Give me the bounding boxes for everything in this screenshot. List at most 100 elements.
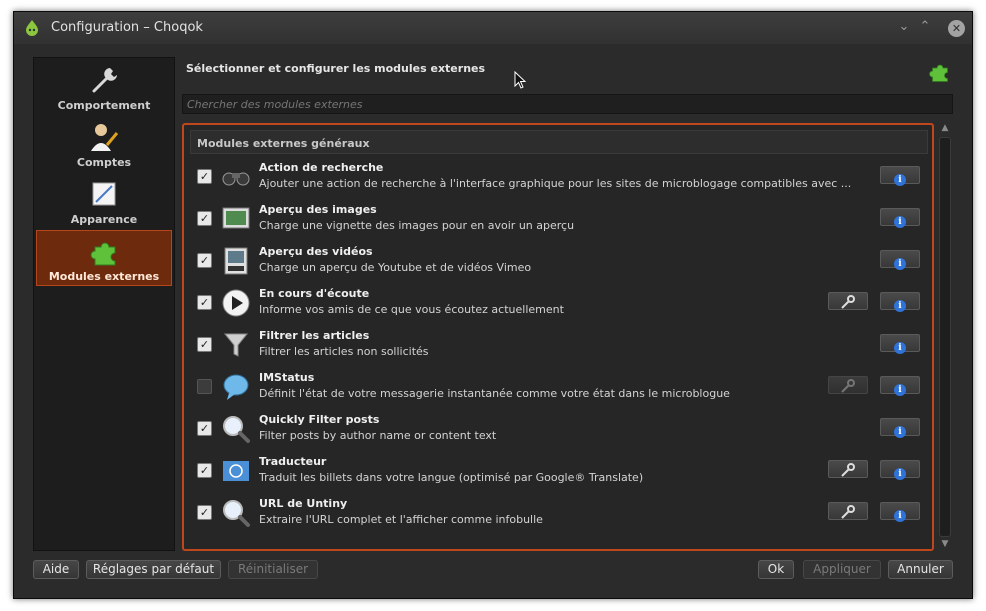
plugin-description: Charge une vignette des images pour en a… [259,219,575,232]
plugin-name: Traducteur [259,455,327,468]
plugin-configure-button[interactable] [828,460,868,478]
puzzle-icon [929,64,948,82]
info-icon: i [894,384,906,396]
sidebar-item-apparence[interactable]: Apparence [36,174,172,230]
sidebar-item-label: Comptes [76,156,132,169]
plugin-enable-checkbox[interactable]: ✓ [197,253,212,268]
maximize-icon[interactable]: ⌃ [915,17,935,37]
plugin-info-button[interactable]: i [880,502,920,522]
mouse-cursor-icon [514,71,526,89]
list-item: ✓ Aperçu des vidéos Charge un aperçu de … [194,243,924,285]
plugin-name: Action de recherche [259,161,384,174]
chat-bubble-icon [223,374,249,400]
plugin-description: Extraire l'URL complet et l'afficher com… [259,513,543,526]
defaults-button[interactable]: Réglages par défaut [86,560,221,579]
info-icon: i [894,510,906,522]
plugin-configure-button[interactable] [828,376,868,394]
plugin-enable-checkbox[interactable]: ✓ [197,421,212,436]
plugin-description: Ajouter une action de recherche à l'inte… [259,177,852,190]
magnifier-icon [223,500,250,527]
un-flag-icon [223,461,249,481]
plugin-info-button[interactable]: i [880,376,920,396]
wrench-icon [92,68,117,93]
close-icon[interactable]: ✕ [948,20,965,37]
plugin-enable-checkbox[interactable]: ✓ [197,211,212,226]
sidebar-item-label: Apparence [70,213,138,226]
sidebar-item-comportement[interactable]: Comportement [36,60,172,116]
plugin-list: Modules externes généraux ✓ Action de re… [182,123,934,551]
configuration-window: Configuration – Choqok ⌄ ⌃ ✕ Comportemen… [13,11,973,599]
plugin-name: Filtrer les articles [259,329,370,342]
funnel-icon [223,333,249,357]
plugin-description: Informe vos amis de ce que vous écoutez … [259,303,564,316]
plugin-enable-checkbox[interactable]: ✓ [197,295,212,310]
magnifier-icon [223,416,250,443]
plugin-description: Traduit les billets dans votre langue (o… [259,471,644,484]
choqok-app-icon [26,20,38,36]
list-item: ✓ IMStatus Définit l'état de votre messa… [194,369,924,411]
plugin-name: Quickly Filter posts [259,413,380,426]
cancel-button[interactable]: Annuler [888,560,953,579]
plugin-info-button[interactable]: i [880,208,920,228]
info-icon: i [894,258,906,270]
plugin-enable-checkbox[interactable]: ✓ [197,169,212,184]
plugin-info-button[interactable]: i [880,418,920,438]
minimize-icon[interactable]: ⌄ [894,17,914,37]
plugin-description: Filtrer les articles non sollicités [259,345,429,358]
ok-button[interactable]: Ok [758,560,794,579]
brush-icon [92,182,116,206]
info-icon: i [894,426,906,438]
plugin-configure-button[interactable] [828,292,868,310]
wrench-icon [841,463,855,477]
plugin-info-button[interactable]: i [880,334,920,354]
plugin-enable-checkbox[interactable]: ✓ [197,505,212,520]
title-bar[interactable]: Configuration – Choqok ⌄ ⌃ ✕ [14,12,972,44]
list-item: ✓ Quickly Filter posts Filter posts by a… [194,411,924,453]
page-title: Sélectionner et configurer les modules e… [186,62,486,75]
plugin-list-scrollbar[interactable]: ▲ ▼ [937,123,953,551]
play-icon [222,289,250,317]
plugin-info-button[interactable]: i [880,166,920,186]
scroll-track[interactable] [939,137,951,537]
image-preview-icon [222,207,250,229]
plugin-name: IMStatus [259,371,315,384]
plugin-description: Définit l'état de votre messagerie insta… [259,387,730,400]
plugin-name: Aperçu des vidéos [259,245,373,258]
plugin-enable-checkbox[interactable]: ✓ [197,337,212,352]
config-sidebar: Comportement Comptes Apparence Modules e… [33,57,175,551]
plugin-description: Charge un aperçu de Youtube et de vidéos… [259,261,532,274]
sidebar-item-modules-externes[interactable]: Modules externes [36,230,172,286]
wrench-icon [841,505,855,519]
video-icon [224,247,248,275]
list-item: ✓ Action de recherche Ajouter une action… [194,159,924,201]
plugin-group-title: Modules externes généraux [190,130,928,154]
reset-button[interactable]: Réinitialiser [228,560,318,579]
apply-button[interactable]: Appliquer [803,560,881,579]
plugin-info-button[interactable]: i [880,292,920,312]
user-pen-icon [91,124,119,151]
sidebar-item-comptes[interactable]: Comptes [36,117,172,173]
list-item: ✓ URL de Untiny Extraire l'URL complet e… [194,495,924,537]
plugin-name: URL de Untiny [259,497,348,510]
plugin-info-button[interactable]: i [880,250,920,270]
scroll-down-icon[interactable]: ▼ [939,539,951,551]
search-plugins-input[interactable] [182,94,953,114]
binoculars-icon [222,172,250,186]
plugin-enable-checkbox[interactable]: ✓ [197,463,212,478]
sidebar-item-label: Modules externes [48,270,160,283]
scroll-up-icon[interactable]: ▲ [939,123,951,135]
info-icon: i [894,342,906,354]
info-icon: i [894,468,906,480]
help-button[interactable]: Aide [33,560,79,579]
list-item: ✓ En cours d'écoute Informe vos amis de … [194,285,924,327]
list-item: ✓ Traducteur Traduit les billets dans vo… [194,453,924,495]
plugin-name: Aperçu des images [259,203,377,216]
info-icon: i [894,174,906,186]
info-icon: i [894,300,906,312]
plugin-info-button[interactable]: i [880,460,920,480]
list-item: ✓ Aperçu des images Charge une vignette … [194,201,924,243]
plugin-enable-checkbox[interactable]: ✓ [197,379,212,394]
wrench-icon [841,379,855,393]
plugin-configure-button[interactable] [828,502,868,520]
plugin-description: Filter posts by author name or content t… [259,429,497,442]
